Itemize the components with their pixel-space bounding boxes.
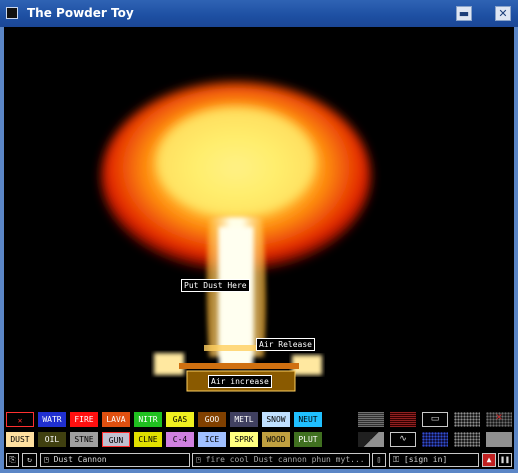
minimize-button[interactable]: ▬	[456, 6, 472, 21]
sign-put-dust[interactable]: Put Dust Here	[181, 279, 250, 292]
open-save-icon[interactable]: ⎘	[6, 453, 19, 467]
report-icon[interactable]: ▲	[482, 453, 496, 467]
client-area: Put Dust Here Air Release Air increase ✕…	[4, 27, 514, 469]
element-goo[interactable]: GOO	[198, 412, 226, 427]
element-neut[interactable]: NEUT	[294, 412, 322, 427]
wave-icon: ∿	[399, 434, 407, 444]
save-name-field[interactable]: ◳ Dust Cannon	[40, 453, 190, 467]
element-plut[interactable]: PLUT	[294, 432, 322, 447]
wall-solid-button[interactable]	[486, 432, 512, 447]
close-button[interactable]: ✕	[495, 6, 511, 21]
element-gas[interactable]: GAS	[166, 412, 194, 427]
wall-gas-button[interactable]	[454, 432, 480, 447]
eraser-tool[interactable]: ✕	[6, 412, 34, 427]
element-oil[interactable]: OIL	[38, 432, 66, 447]
sign-icon: ▭	[430, 414, 440, 424]
wall-wave-button[interactable]: ∿	[390, 432, 416, 447]
element-c4[interactable]: C-4	[166, 432, 194, 447]
sign-air-release[interactable]: Air Release	[256, 338, 315, 351]
tags-text: fire cool Dust cannon phun myt...	[205, 455, 365, 464]
wall-stream-button[interactable]	[358, 432, 384, 447]
sign-in-button[interactable]: ⚿ [sign in]	[389, 453, 479, 467]
sign-in-label: [sign in]	[403, 455, 448, 464]
element-metl[interactable]: METL	[230, 412, 258, 427]
wall-conductor-button[interactable]	[390, 412, 416, 427]
element-watr[interactable]: WATR	[38, 412, 66, 427]
window-title: The Powder Toy	[27, 6, 134, 20]
element-dust[interactable]: DUST	[6, 432, 34, 447]
element-lava[interactable]: LAVA	[102, 412, 130, 427]
title-bar: The Powder Toy ▬ ✕	[0, 0, 518, 27]
sign-air-increase[interactable]: Air increase	[208, 375, 272, 388]
element-sprk[interactable]: SPRK	[230, 432, 258, 447]
reload-icon[interactable]: ↻	[22, 453, 37, 467]
app-icon	[6, 7, 18, 19]
wall-sign-button[interactable]: ▭	[422, 412, 448, 427]
tags-icon: ◳	[196, 455, 206, 464]
tags-field[interactable]: ◳ fire cool Dust cannon phun myt...	[192, 453, 370, 467]
explosion-graphic	[101, 82, 371, 392]
simulation-canvas[interactable]: Put Dust Here Air Release Air increase	[4, 27, 514, 409]
app-window: The Powder Toy ▬ ✕ Put Dust Here Air Rel…	[0, 0, 518, 473]
element-stne[interactable]: STNE	[70, 432, 98, 447]
element-ice[interactable]: ICE	[198, 432, 226, 447]
element-clne[interactable]: CLNE	[134, 432, 162, 447]
element-gun[interactable]: GUN	[102, 432, 130, 447]
wall-eraser-button[interactable]: ✕	[486, 412, 512, 427]
wall-fan-button[interactable]	[454, 412, 480, 427]
wall-basic-button[interactable]	[358, 412, 384, 427]
wall-water-button[interactable]	[422, 432, 448, 447]
pause-button[interactable]: ❚❚	[498, 453, 512, 467]
element-wood[interactable]: WOOD	[262, 432, 290, 447]
bottom-bar: ⎘ ↻ ◳ Dust Cannon ◳ fire cool Dust canno…	[4, 451, 514, 469]
save-name-text: Dust Cannon	[53, 455, 107, 464]
save-name-icon: ◳	[44, 455, 54, 464]
element-snow[interactable]: SNOW	[262, 412, 290, 427]
key-icon: ⚿	[393, 455, 404, 464]
element-fire[interactable]: FIRE	[70, 412, 98, 427]
eraser-icon: ✕	[495, 413, 503, 423]
element-nitr[interactable]: NITR	[134, 412, 162, 427]
new-save-icon[interactable]: ▯	[372, 453, 386, 467]
